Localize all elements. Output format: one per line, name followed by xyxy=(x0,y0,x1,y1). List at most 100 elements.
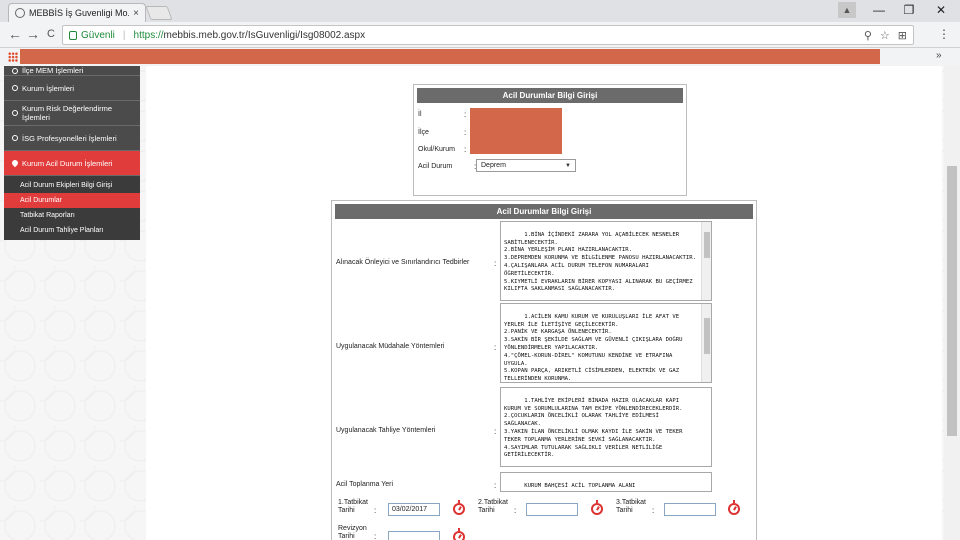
tahliye-yontemleri-textarea[interactable]: 1.TAHLİYE EKİPLERİ BİNADA HAZIR OLACAKLA… xyxy=(500,387,712,467)
main-panel-title: Acil Durumlar Bilgi Girişi xyxy=(335,204,753,219)
acil-durum-label: Acil Durum xyxy=(418,163,453,170)
sidebar-menu: İlçe MEM İşlemleri Kurum İşlemleri Kurum… xyxy=(4,66,140,240)
acil-durum-select[interactable]: Deprem ▼ xyxy=(476,159,576,172)
extension-icon[interactable]: ⊞ xyxy=(898,29,907,42)
sidebar-subitem-tahliye[interactable]: Acil Durum Tahliye Planları xyxy=(4,223,140,238)
revizyon-label: Revizyon Tarihi xyxy=(338,525,367,540)
sidebar-item-label: Kurum İşlemleri xyxy=(22,83,75,93)
profile-icon[interactable]: ▲ xyxy=(838,2,856,18)
browser-menu-icon[interactable]: ⋮ xyxy=(938,27,950,41)
circle-icon xyxy=(12,67,18,74)
textarea-content: 1.ACİLEN KAMU KURUM VE KURULUŞLARI İLE A… xyxy=(504,313,683,383)
tahliye-yontemleri-label: Uygulanacak Tahliye Yöntemleri xyxy=(336,427,436,434)
page-scrollbar[interactable] xyxy=(944,66,960,540)
tatbikat-2-label: 2.Tatbikat Tarihi xyxy=(478,499,508,514)
tatbikat-2-date-input[interactable] xyxy=(526,503,578,516)
tab-close-icon[interactable]: × xyxy=(133,8,139,19)
lock-icon xyxy=(69,30,77,40)
circle-icon xyxy=(12,135,18,141)
scroll-thumb[interactable] xyxy=(704,232,710,258)
browser-tab[interactable]: MEBBİS İş Guvenligi Mo... × xyxy=(8,3,146,22)
tatbikat-2-colon: : xyxy=(514,506,517,515)
textarea-content: 1.TAHLİYE EKİPLERİ BİNADA HAZIR OLACAKLA… xyxy=(504,397,683,459)
il-label: İl xyxy=(418,111,422,118)
toplanma-yeri-label: Acil Toplanma Yeri xyxy=(336,481,394,488)
chevron-down-icon: ▼ xyxy=(565,162,571,169)
sidebar-item-isg[interactable]: İSG Profesyonelleri İşlemleri xyxy=(4,126,140,151)
close-window-button[interactable]: ✕ xyxy=(926,3,956,17)
tatbikat-3-label: 3.Tatbikat Tarihi xyxy=(616,499,646,514)
info-panel-title: Acil Durumlar Bilgi Girişi xyxy=(417,88,683,103)
toplanma-yeri-textarea[interactable]: KURUM BAHÇESİ ACİL TOPLANMA ALANI xyxy=(500,472,712,492)
okul-kurum-label: Okul/Kurum xyxy=(418,146,455,153)
mudahale-yontemleri-colon: : xyxy=(494,343,497,352)
tab-strip: MEBBİS İş Guvenligi Mo... × ▲ — ❐ ✕ xyxy=(0,0,960,22)
tatbikat-1-colon: : xyxy=(374,506,377,515)
mudahale-yontemleri-textarea[interactable]: 1.ACİLEN KAMU KURUM VE KURULUŞLARI İLE A… xyxy=(500,303,712,383)
onleyici-tedbirler-textarea[interactable]: 1.BİNA İÇİNDEKİ ZARARA YOL AÇABİLECEK NE… xyxy=(500,221,712,301)
textarea-content: 1.BİNA İÇİNDEKİ ZARARA YOL AÇABİLECEK NE… xyxy=(504,231,696,293)
sidebar-item-acil-durum[interactable]: Kurum Acil Durum İşlemleri xyxy=(4,151,140,176)
info-panel: Acil Durumlar Bilgi Girişi İl : İlçe : O… xyxy=(413,84,687,196)
site-favicon-icon xyxy=(15,8,25,18)
il-colon: : xyxy=(464,110,467,119)
restore-button[interactable]: ❐ xyxy=(894,3,924,17)
sidebar-item-label: İSG Profesyonelleri İşlemleri xyxy=(22,133,117,143)
redacted-bookmarks xyxy=(20,49,880,64)
secure-label: Güvenli xyxy=(81,29,115,41)
minimize-button[interactable]: — xyxy=(864,3,894,17)
stopwatch-icon[interactable] xyxy=(453,500,465,515)
ilce-colon: : xyxy=(464,128,467,137)
redacted-location xyxy=(470,108,562,154)
bookmarks-overflow-icon[interactable]: » xyxy=(936,50,942,61)
map-pin-icon xyxy=(10,158,20,168)
tatbikat-1-date-input[interactable]: 03/02/2017 xyxy=(388,503,440,516)
circle-icon xyxy=(12,85,18,91)
sidebar-item-kurum[interactable]: Kurum İşlemleri xyxy=(4,76,140,101)
tab-title: MEBBİS İş Guvenligi Mo... xyxy=(29,8,130,18)
textarea-scrollbar[interactable] xyxy=(701,304,711,382)
apps-grid-icon[interactable] xyxy=(8,52,18,62)
back-button[interactable]: ← xyxy=(6,26,24,42)
okul-kurum-colon: : xyxy=(464,145,467,154)
revizyon-date-input[interactable] xyxy=(388,531,440,540)
address-separator: | xyxy=(122,29,126,41)
sidebar-item-label: Kurum Risk Değerlendirme İşlemleri xyxy=(22,104,113,122)
search-icon[interactable]: ⚲ xyxy=(864,29,872,42)
main-panel: Acil Durumlar Bilgi Girişi Alınacak Önle… xyxy=(331,200,757,540)
sidebar-item-label: Kurum Acil Durum İşlemleri xyxy=(22,158,113,168)
forward-button[interactable]: → xyxy=(24,26,42,42)
revizyon-colon: : xyxy=(374,532,377,540)
bookmark-star-icon[interactable]: ☆ xyxy=(880,29,890,42)
tatbikat-3-colon: : xyxy=(652,506,655,515)
scroll-thumb[interactable] xyxy=(704,318,710,354)
sidebar-item-ilce-mem[interactable]: İlçe MEM İşlemleri xyxy=(4,66,140,76)
url-scheme: https:// xyxy=(133,29,164,41)
stopwatch-icon[interactable] xyxy=(453,528,465,540)
tatbikat-1-label: 1.Tatbikat Tarihi xyxy=(338,499,368,514)
onleyici-tedbirler-colon: : xyxy=(494,259,497,268)
new-tab-button[interactable] xyxy=(145,6,173,20)
circle-icon xyxy=(12,110,18,116)
browser-toolbar: ← → C Güvenli | https:// mebbis.meb.gov.… xyxy=(0,22,960,48)
sidebar-item-risk[interactable]: Kurum Risk Değerlendirme İşlemleri xyxy=(4,101,140,126)
textarea-content: KURUM BAHÇESİ ACİL TOPLANMA ALANI xyxy=(524,482,636,489)
acil-durum-value: Deprem xyxy=(481,162,506,169)
stopwatch-icon[interactable] xyxy=(591,500,603,515)
mudahale-yontemleri-label: Uygulanacak Müdahale Yöntemleri xyxy=(336,343,445,350)
address-bar[interactable]: Güvenli | https:// mebbis.meb.gov.tr/IsG… xyxy=(62,25,914,45)
page-background: İlçe MEM İşlemleri Kurum İşlemleri Kurum… xyxy=(0,66,960,540)
reload-button[interactable]: C xyxy=(42,28,60,40)
url-text: mebbis.meb.gov.tr/IsGuvenligi/Isg08002.a… xyxy=(163,29,366,41)
sidebar-subitem-tatbikat[interactable]: Tatbikat Raporları xyxy=(4,208,140,223)
bookmarks-bar: » xyxy=(0,48,960,66)
sidebar-subitem-acil-durumlar[interactable]: Acil Durumlar xyxy=(4,193,140,208)
textarea-scrollbar[interactable] xyxy=(701,222,711,300)
sidebar-subitem-ekipler[interactable]: Acil Durum Ekipleri Bilgi Girişi xyxy=(4,178,140,193)
tatbikat-3-date-input[interactable] xyxy=(664,503,716,516)
stopwatch-icon[interactable] xyxy=(728,500,740,515)
toplanma-yeri-colon: : xyxy=(494,481,497,490)
onleyici-tedbirler-label: Alınacak Önleyici ve Sınırlandırıcı Tedb… xyxy=(336,259,470,266)
sidebar-submenu: Acil Durum Ekipleri Bilgi Girişi Acil Du… xyxy=(4,176,140,240)
page-scroll-thumb[interactable] xyxy=(947,166,957,436)
